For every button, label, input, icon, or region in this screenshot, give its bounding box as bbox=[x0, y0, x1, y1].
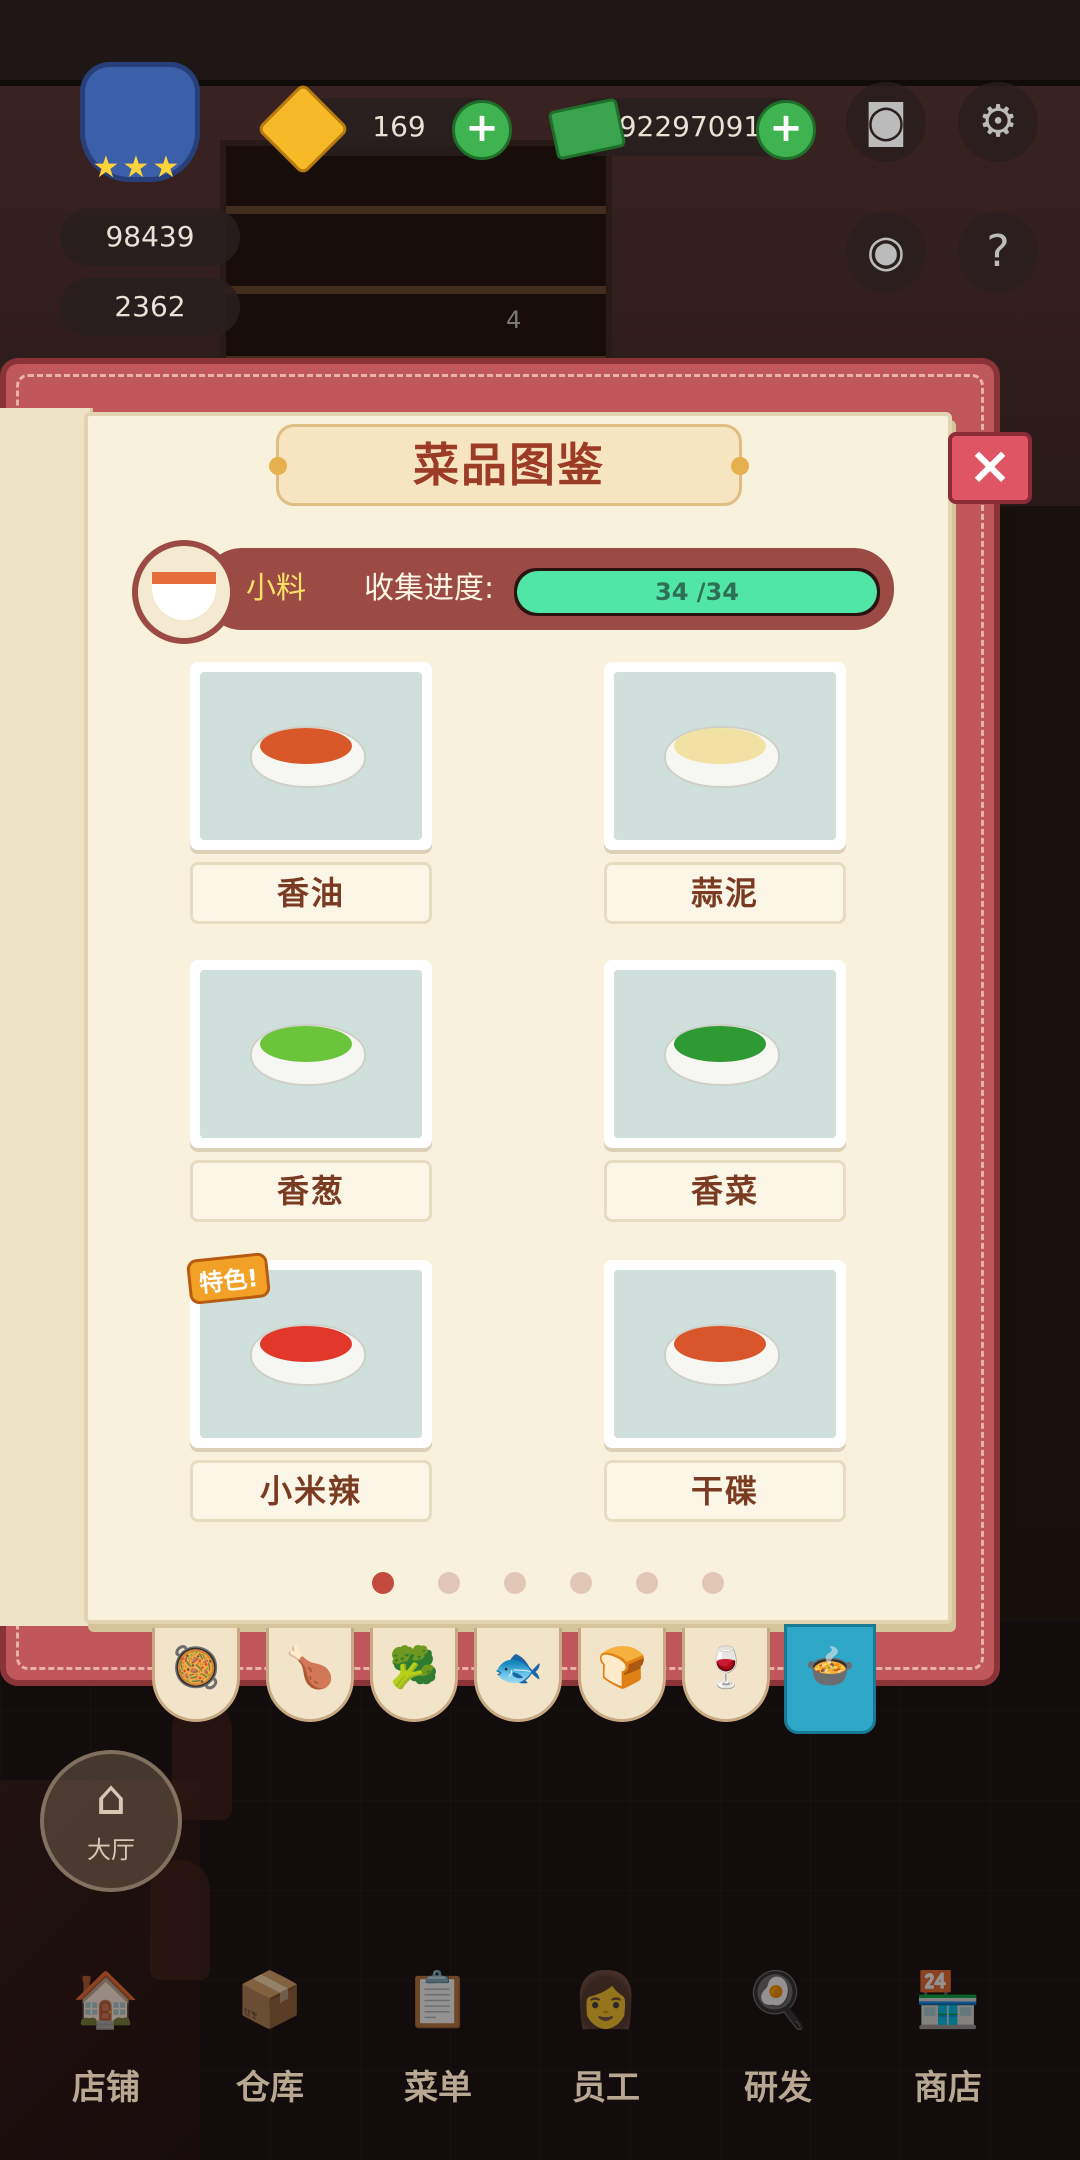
help-book-icon[interactable]: ? bbox=[958, 212, 1038, 292]
nav-label: 菜单 bbox=[404, 2068, 472, 2108]
tab-condiments[interactable]: 🍲 bbox=[784, 1624, 876, 1734]
eye-icon[interactable]: ◉ bbox=[846, 212, 926, 292]
gem-count: 169 bbox=[372, 110, 426, 143]
collection-progress-row: 小料 收集进度: 34 /34 bbox=[132, 540, 894, 644]
dish-name: 小米辣 bbox=[190, 1460, 432, 1522]
star-icon: ★ bbox=[92, 150, 120, 185]
shop-icon: 🏠 bbox=[72, 1968, 140, 2031]
close-button[interactable]: × bbox=[948, 432, 1032, 504]
add-cash-button[interactable]: + bbox=[756, 100, 816, 160]
lobby-label: 大厅 bbox=[87, 1836, 135, 1864]
progress-text: 34 /34 bbox=[655, 578, 739, 606]
book-title-ribbon: 菜品图鉴 bbox=[269, 424, 749, 506]
category-avatar bbox=[132, 540, 236, 644]
sesame-oil-dish-icon bbox=[250, 720, 366, 788]
dish-name: 香菜 bbox=[604, 1160, 846, 1222]
page-dot[interactable] bbox=[702, 1572, 724, 1594]
camera-icon[interactable]: ◙ bbox=[846, 82, 926, 162]
dish-name: 蒜泥 bbox=[604, 862, 846, 924]
progress-bar: 34 /34 bbox=[514, 568, 880, 616]
nav-store[interactable]: 🏪 商店 bbox=[878, 1950, 1018, 2110]
page-dot[interactable] bbox=[372, 1572, 394, 1594]
garlic-paste-dish-icon bbox=[664, 720, 780, 788]
dish-image bbox=[604, 960, 846, 1148]
scallion-dish-icon bbox=[250, 1018, 366, 1086]
nav-label: 仓库 bbox=[236, 2068, 304, 2108]
staff-counter: 2362 bbox=[60, 278, 240, 336]
store-icon: 🏪 bbox=[914, 1968, 982, 2031]
tab-staple[interactable]: 🍞 bbox=[578, 1628, 666, 1722]
bread-icon: 🍞 bbox=[597, 1645, 647, 1691]
page-dot[interactable] bbox=[636, 1572, 658, 1594]
star-icon: ★ bbox=[122, 150, 150, 185]
gold-counter: 98439 bbox=[60, 208, 240, 266]
research-wok-icon: 🍳 bbox=[744, 1968, 812, 2031]
staff-count: 2362 bbox=[114, 290, 186, 323]
lobby-button[interactable]: ⌂ 大厅 bbox=[40, 1750, 182, 1892]
special-badge: 特色! bbox=[185, 1251, 272, 1306]
close-icon: × bbox=[968, 436, 1012, 496]
dry-dip-dish-icon bbox=[664, 1318, 780, 1386]
page-dot[interactable] bbox=[504, 1572, 526, 1594]
nav-research[interactable]: 🍳 研发 bbox=[708, 1950, 848, 2110]
nav-label: 研发 bbox=[744, 2068, 812, 2108]
drumstick-icon: 🍗 bbox=[285, 1645, 335, 1691]
tab-seafood[interactable]: 🐟 bbox=[474, 1628, 562, 1722]
dish-image bbox=[604, 662, 846, 850]
nav-menu[interactable]: 📋 菜单 bbox=[368, 1950, 508, 2110]
cilantro-dish-icon bbox=[664, 1018, 780, 1086]
nav-warehouse[interactable]: 📦 仓库 bbox=[200, 1950, 340, 2110]
add-gems-button[interactable]: + bbox=[452, 100, 512, 160]
sauce-bowl-icon: 🍲 bbox=[805, 1644, 855, 1690]
sauce-bowl-icon bbox=[152, 572, 216, 620]
menu-clipboard-icon: 📋 bbox=[404, 1968, 472, 2031]
nav-staff[interactable]: 👩 员工 bbox=[536, 1950, 676, 2110]
chili-dish-icon bbox=[250, 1318, 366, 1386]
book-left-page bbox=[0, 408, 93, 1626]
gear-icon[interactable]: ⚙ bbox=[958, 82, 1038, 162]
tab-drinks[interactable]: 🍷 bbox=[682, 1628, 770, 1722]
dish-image bbox=[190, 662, 432, 850]
dish-name: 香葱 bbox=[190, 1160, 432, 1222]
staff-icon: 👩 bbox=[572, 1968, 640, 2031]
broccoli-icon: 🥦 bbox=[389, 1645, 439, 1691]
category-name: 小料 bbox=[246, 571, 306, 606]
wok-icon: 🥘 bbox=[171, 1645, 221, 1691]
progress-label: 收集进度: bbox=[364, 571, 495, 606]
house-icon: ⌂ bbox=[95, 1770, 127, 1826]
nav-label: 商店 bbox=[914, 2068, 982, 2108]
page-dot[interactable] bbox=[438, 1572, 460, 1594]
dish-image bbox=[604, 1260, 846, 1448]
nav-shop[interactable]: 🏠 店铺 bbox=[36, 1950, 176, 2110]
tab-vegetable[interactable]: 🥦 bbox=[370, 1628, 458, 1722]
wine-glass-icon: 🍷 bbox=[701, 1645, 751, 1691]
restaurant-level-badge[interactable]: ★ ★ ★ bbox=[50, 58, 220, 188]
warehouse-icon: 📦 bbox=[236, 1968, 304, 2031]
page-title: 菜品图鉴 bbox=[413, 438, 605, 492]
nav-label: 员工 bbox=[572, 2068, 640, 2108]
fish-icon: 🐟 bbox=[493, 1645, 543, 1691]
dish-name: 干碟 bbox=[604, 1460, 846, 1522]
gold-count: 98439 bbox=[105, 220, 195, 253]
dish-image bbox=[190, 960, 432, 1148]
cash-count: 92297091 bbox=[618, 110, 762, 143]
star-icon: ★ bbox=[152, 150, 180, 185]
tab-wok[interactable]: 🥘 bbox=[152, 1628, 240, 1722]
nav-label: 店铺 bbox=[72, 2068, 140, 2108]
dish-name: 香油 bbox=[190, 862, 432, 924]
page-dot[interactable] bbox=[570, 1572, 592, 1594]
tab-meat[interactable]: 🍗 bbox=[266, 1628, 354, 1722]
